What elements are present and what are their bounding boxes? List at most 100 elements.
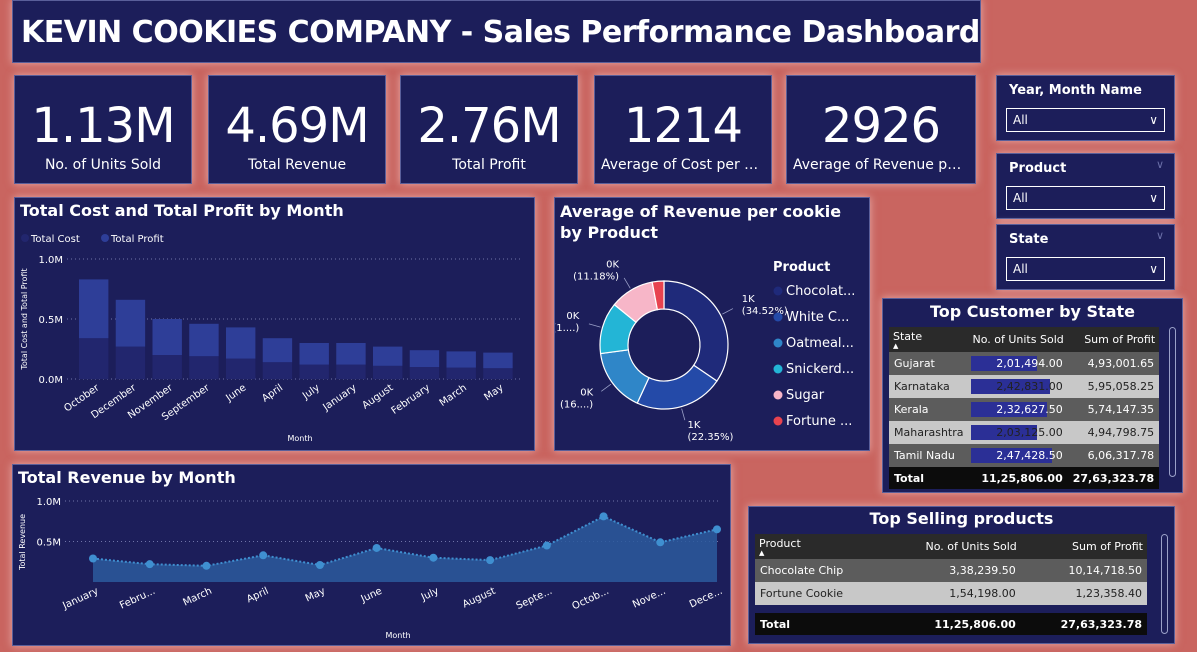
chart-title: Total Cost and Total Profit by Month	[20, 201, 344, 220]
kpi-value: 2926	[821, 98, 941, 154]
slicer-state[interactable]: State ∨ All ∨	[996, 224, 1175, 290]
legend-label: Sugar	[786, 388, 825, 403]
revenue-per-cookie-panel: Average of Revenue per cookie by Product…	[554, 197, 870, 451]
data-label-leader	[722, 308, 734, 315]
table-row[interactable]: Gujarat 2,01,494.00 4,93,001.65	[889, 352, 1160, 375]
legend-label: Oatmeal...	[786, 336, 854, 351]
data-label-value: 0K	[566, 311, 579, 322]
bar-total-profit	[409, 350, 440, 367]
column-header-profit[interactable]: Sum of Profit	[1020, 534, 1147, 559]
slicer-dropdown[interactable]: All ∨	[1006, 108, 1165, 132]
slicer-title: State	[1009, 232, 1049, 247]
data-label-value: 0K	[580, 387, 593, 398]
legend-marker	[773, 390, 783, 400]
slicer-dropdown[interactable]: All ∨	[1006, 186, 1165, 210]
data-label-value: 1K	[742, 294, 755, 305]
kpi-value: 4.69M	[225, 98, 369, 154]
bar-total-cost	[336, 364, 366, 379]
table-row[interactable]: Karnataka 2,42,831.00 5,95,058.25	[889, 375, 1160, 398]
data-label-value: 1K	[688, 420, 701, 431]
data-label-percent: (1....)	[555, 323, 579, 334]
total-units: 11,25,806.00	[968, 467, 1068, 489]
kpi-card-avg-revenue[interactable]: 2926 Average of Revenue per c...	[786, 75, 976, 184]
cell-units: 2,03,125.00	[968, 421, 1068, 444]
table-row[interactable]: Fortune Cookie 1,54,198.00 1,23,358.40	[755, 582, 1147, 605]
revenue-point	[713, 525, 721, 534]
bar-total-profit	[79, 279, 109, 339]
table-row[interactable]: Kerala 2,32,627.50 5,74,147.35	[889, 398, 1160, 421]
cell-state: Tamil Nadu	[889, 444, 969, 467]
y-tick-label: 1.0M	[38, 255, 63, 266]
cell-units: 2,32,627.50	[968, 398, 1068, 421]
bar-total-profit	[152, 319, 182, 355]
slicer-value: All	[1013, 191, 1028, 205]
table-row[interactable]: Chocolate Chip 3,38,239.50 10,14,718.50	[755, 559, 1147, 582]
kpi-label: No. of Units Sold	[44, 157, 162, 173]
table-row[interactable]: Tamil Nadu 2,47,428.50 6,06,317.78	[889, 444, 1160, 467]
state-table-panel: Top Customer by State State ▲ No. of Unit…	[882, 298, 1183, 493]
column-header-state[interactable]: State ▲	[889, 327, 969, 352]
data-label-percent: (22.35%)	[688, 432, 734, 443]
cell-state: Gujarat	[889, 352, 969, 375]
product-table-panel: Top Selling products Product ▲ No. of Uni…	[748, 506, 1175, 644]
cost-profit-chart-panel: Total Cost and Total Profit by Month Tot…	[14, 197, 535, 451]
dashboard-title: KEVIN COOKIES COMPANY - Sales Performanc…	[21, 15, 980, 50]
table-row[interactable]: Maharashtra 2,03,125.00 4,94,798.75	[889, 421, 1160, 444]
cell-profit: 5,74,147.35	[1067, 398, 1160, 421]
chevron-down-icon: ∨	[1149, 262, 1158, 276]
kpi-card-avg-cost[interactable]: 1214 Average of Cost per co...	[594, 75, 772, 184]
kpi-value: 2.76M	[417, 98, 561, 154]
x-tick-label: March	[181, 586, 213, 609]
slicer-product[interactable]: Product ∨ All ∨	[996, 153, 1175, 219]
table-title: Top Selling products	[869, 509, 1054, 528]
revenue-point	[599, 512, 608, 521]
bar-total-cost	[483, 368, 513, 379]
slicer-value: All	[1013, 113, 1028, 127]
cell-units: 2,42,831.00	[968, 375, 1068, 398]
x-tick-label: January	[320, 382, 358, 413]
bar-total-profit	[262, 338, 293, 363]
table-scrollbar[interactable]	[1169, 327, 1176, 477]
kpi-label: Average of Cost per co...	[601, 157, 771, 173]
cost-profit-bar-chart: Total Cost Total Profit 0.0M 0.5M 1.0M Total …	[20, 234, 520, 443]
bar-total-profit	[373, 346, 403, 366]
slicer-year-month[interactable]: Year, Month Name All ∨	[996, 75, 1175, 141]
cell-product: Fortune Cookie	[755, 582, 884, 605]
y-tick-label: 0.0M	[38, 375, 63, 386]
revenue-point	[429, 553, 438, 562]
total-label: Total	[889, 467, 969, 489]
legend-marker	[773, 312, 783, 322]
kpi-card-total-revenue[interactable]: 4.69M Total Revenue	[208, 75, 386, 184]
kpi-card-total-profit[interactable]: 2.76M Total Profit	[400, 75, 578, 184]
table-scrollbar[interactable]	[1161, 534, 1168, 634]
state-table: State ▲ No. of Units Sold Sum of Profit G…	[889, 327, 1160, 489]
chart-title: Total Revenue by Month	[18, 468, 236, 487]
bar-total-profit	[115, 299, 146, 347]
bar-total-profit	[189, 323, 219, 357]
column-header-units[interactable]: No. of Units Sold	[968, 327, 1068, 352]
cell-profit: 4,94,798.75	[1067, 421, 1160, 444]
cell-units: 2,47,428.50	[968, 444, 1068, 467]
legend-marker	[773, 416, 783, 426]
x-tick-label: Dece...	[688, 586, 724, 611]
column-header-product[interactable]: Product ▲	[755, 534, 884, 559]
cell-state: Karnataka	[889, 375, 969, 398]
chevron-down-icon: ∨	[1149, 191, 1158, 205]
column-header-profit[interactable]: Sum of Profit	[1067, 327, 1160, 352]
kpi-card-units-sold[interactable]: 1.13M No. of Units Sold	[14, 75, 192, 184]
slicer-dropdown[interactable]: All ∨	[1006, 257, 1165, 281]
x-tick-label: June	[359, 586, 384, 606]
bar-total-cost	[262, 362, 293, 379]
slicer-title: Year, Month Name	[1009, 83, 1142, 98]
kpi-label: Total Revenue	[247, 157, 347, 173]
legend-label: Total Profit	[110, 234, 164, 245]
bar-total-profit	[446, 351, 476, 368]
bar-total-profit	[483, 352, 513, 369]
column-header-units[interactable]: No. of Units Sold	[883, 534, 1021, 559]
chevron-down-icon: ∨	[1155, 158, 1164, 171]
x-tick-label: April	[245, 586, 270, 606]
data-label-leader	[601, 383, 612, 392]
chevron-down-icon: ∨	[1149, 113, 1158, 127]
legend-marker	[773, 338, 783, 348]
revenue-per-cookie-donut: 1K(34.52%)1K(22.35%)0K(16....)0K(1....)0…	[555, 259, 855, 443]
